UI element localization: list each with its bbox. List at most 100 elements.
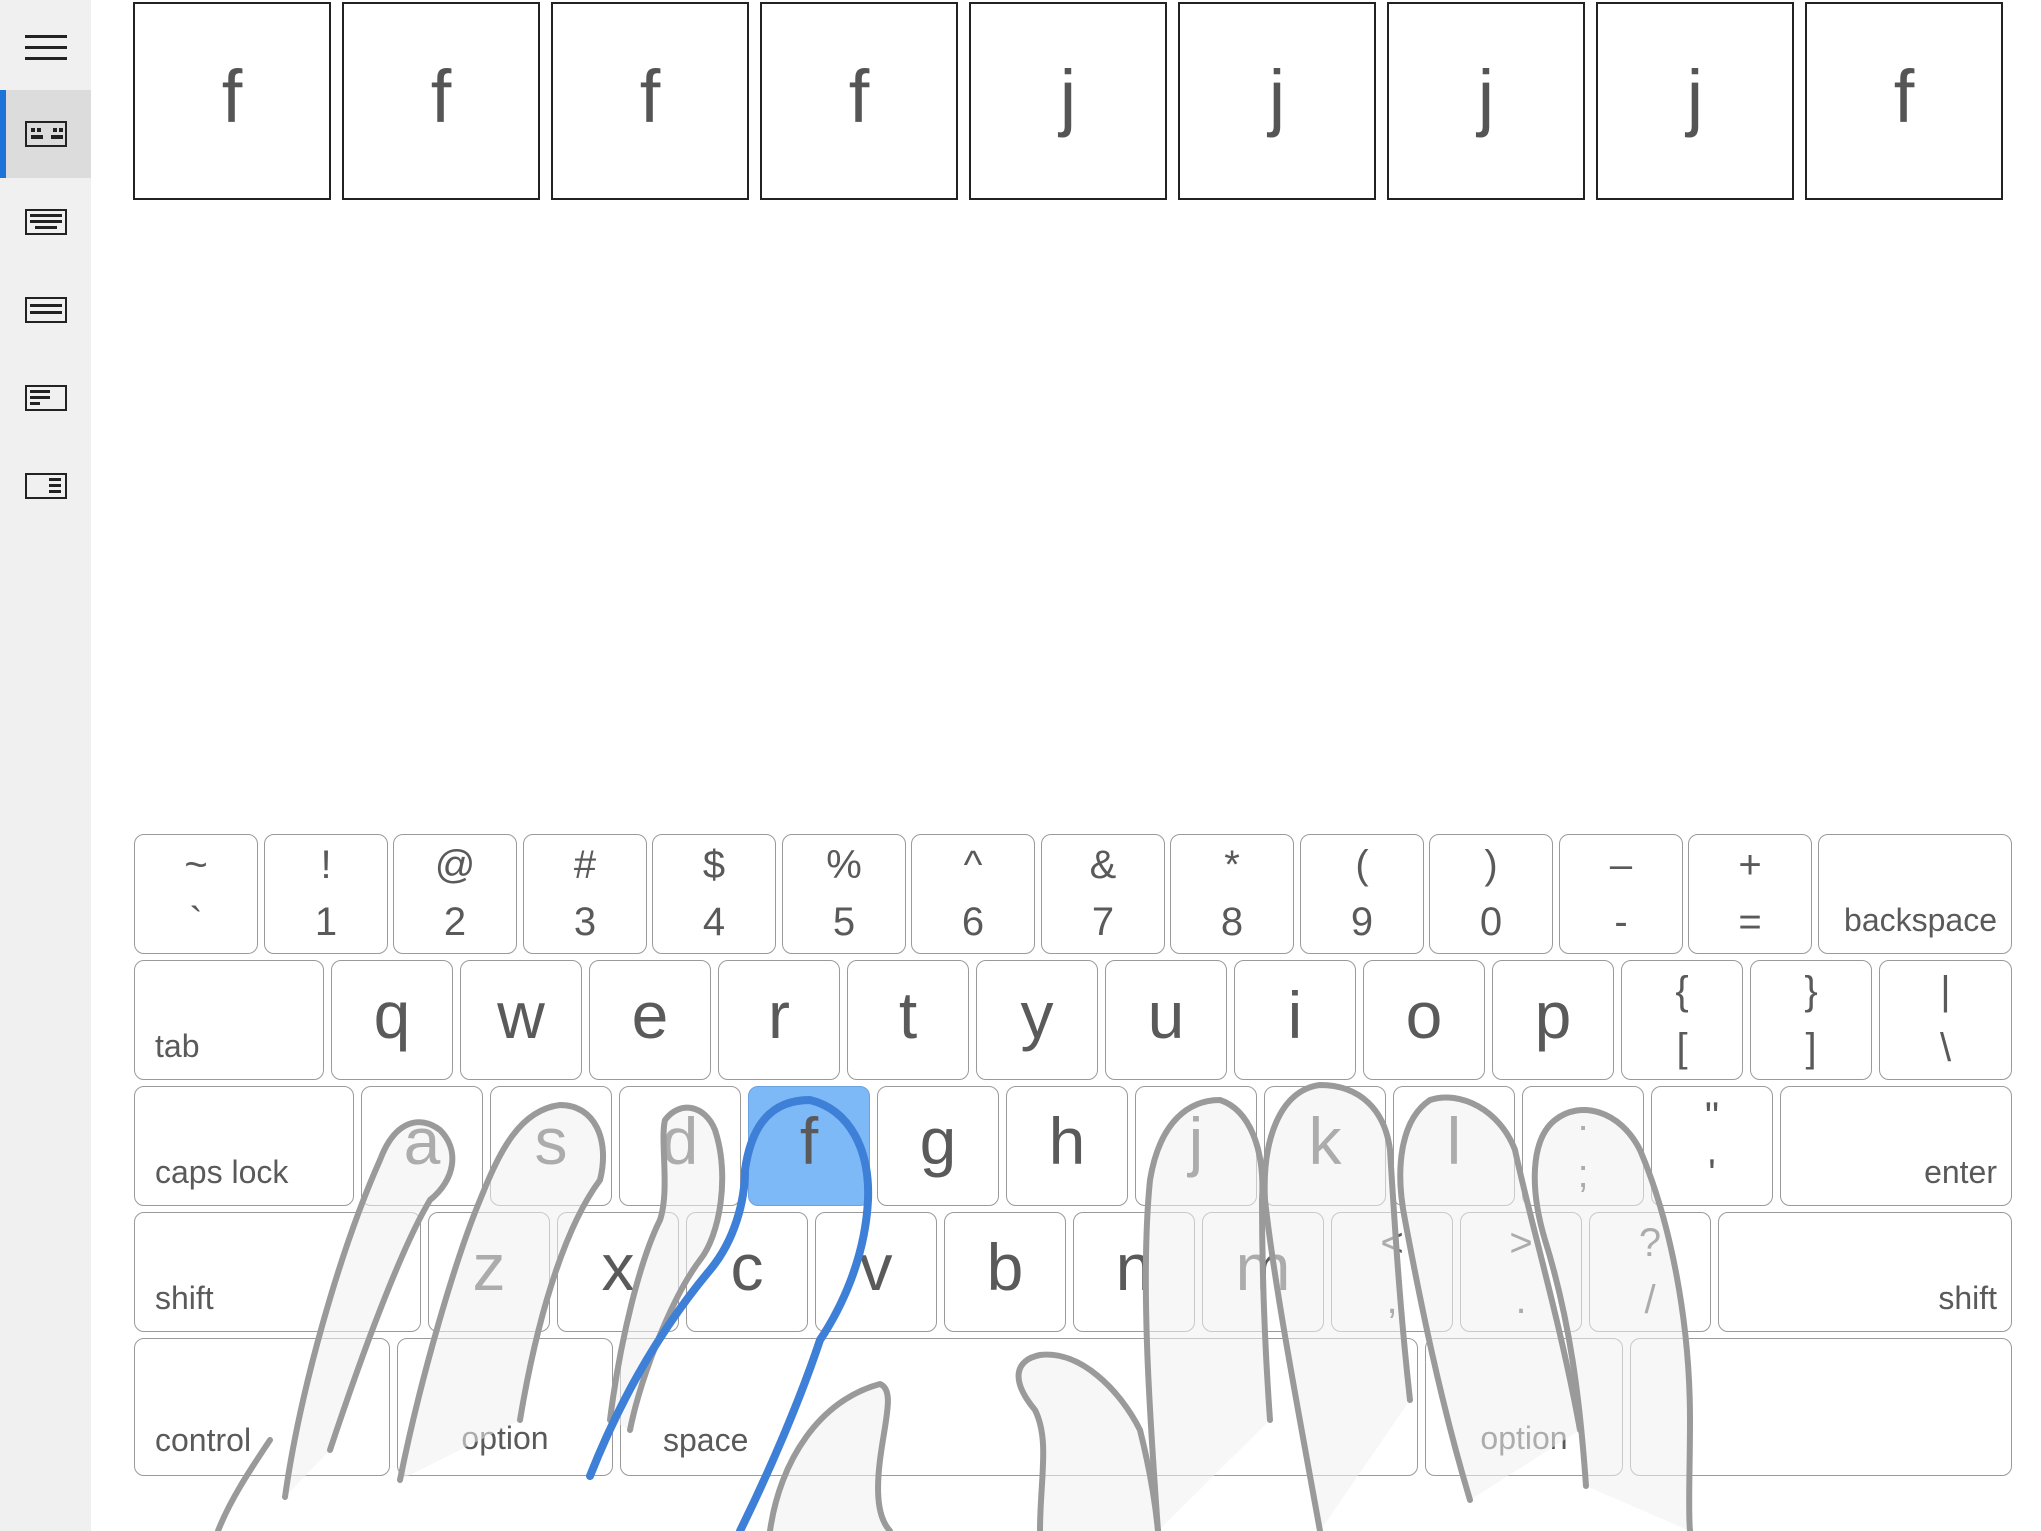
key-s[interactable]: s [490, 1086, 612, 1206]
key-label: v [859, 1230, 893, 1304]
key-tab[interactable]: tab [134, 960, 324, 1080]
key-caps-lock[interactable]: caps lock [134, 1086, 354, 1206]
key-label: e [631, 978, 669, 1052]
key-8[interactable]: * 8 [1170, 834, 1294, 954]
key-label: w [497, 978, 545, 1052]
key-w[interactable]: w [460, 960, 582, 1080]
key-label: z [472, 1230, 506, 1304]
key-shift-label: : [1577, 1095, 1589, 1139]
key-period[interactable]: >. [1460, 1212, 1582, 1332]
key-2[interactable]: @2 [393, 834, 517, 954]
key-b[interactable]: b [944, 1212, 1066, 1332]
key-shift-label: ? [1638, 1221, 1662, 1265]
key-y[interactable]: y [976, 960, 1098, 1080]
key-backtick[interactable]: ~ ` [134, 834, 258, 954]
key-space[interactable]: space [620, 1338, 1418, 1476]
key-label: j [1188, 1104, 1204, 1178]
key-n[interactable]: n [1073, 1212, 1195, 1332]
key-shift-label: ( [1355, 843, 1369, 887]
key-k[interactable]: k [1264, 1086, 1386, 1206]
key-shift-label: { [1675, 969, 1689, 1013]
key-0[interactable]: ) 0 [1429, 834, 1553, 954]
key-label: h [1048, 1104, 1086, 1178]
key-c[interactable]: c [686, 1212, 808, 1332]
key-j[interactable]: j [1135, 1086, 1257, 1206]
key-label: . [1515, 1278, 1527, 1322]
key-label: ` [189, 900, 203, 944]
key-shift-left[interactable]: shift [134, 1212, 421, 1332]
key-3[interactable]: #3 [523, 834, 647, 954]
key-equals[interactable]: + = [1688, 834, 1812, 954]
key-r[interactable]: r [718, 960, 840, 1080]
key-label: 4 [702, 900, 726, 944]
key-label: - [1614, 900, 1628, 944]
key-x[interactable]: x [557, 1212, 679, 1332]
key-9[interactable]: (9 [1300, 834, 1424, 954]
key-o[interactable]: o [1363, 960, 1485, 1080]
key-shift-label: ^ [963, 843, 983, 887]
key-label: t [898, 978, 918, 1052]
key-label: caps lock [155, 1154, 289, 1190]
key-7[interactable]: & 7 [1041, 834, 1165, 954]
key-f-highlighted[interactable]: f [748, 1086, 870, 1206]
key-m[interactable]: m [1202, 1212, 1324, 1332]
key-shift-label: } [1804, 969, 1818, 1013]
key-v[interactable]: v [815, 1212, 937, 1332]
key-a[interactable]: a [361, 1086, 483, 1206]
key-close-bracket[interactable]: }] [1750, 960, 1872, 1080]
key-control[interactable]: control [134, 1338, 390, 1476]
key-d[interactable]: d [619, 1086, 741, 1206]
key-semicolon[interactable]: :; [1522, 1086, 1644, 1206]
key-h[interactable]: h [1006, 1086, 1128, 1206]
key-backslash[interactable]: | \ [1879, 960, 2012, 1080]
key-quote[interactable]: " ' [1651, 1086, 1773, 1206]
key-4[interactable]: $4 [652, 834, 776, 954]
key-i[interactable]: i [1234, 960, 1356, 1080]
key-1[interactable]: ! 1 [264, 834, 388, 954]
key-shift-label: % [826, 843, 862, 887]
key-label: p [1534, 978, 1572, 1052]
key-label: \ [1939, 1026, 1952, 1070]
key-slash[interactable]: ? / [1589, 1212, 1711, 1332]
key-shift-label: | [1940, 969, 1951, 1013]
key-u[interactable]: u [1105, 960, 1227, 1080]
key-p[interactable]: p [1492, 960, 1614, 1080]
key-open-bracket[interactable]: {[ [1621, 960, 1743, 1080]
key-label: c [730, 1230, 764, 1304]
key-label: b [986, 1230, 1024, 1304]
key-g[interactable]: g [877, 1086, 999, 1206]
key-command[interactable] [1630, 1338, 2012, 1476]
key-5[interactable]: % 5 [782, 834, 906, 954]
key-comma[interactable]: <, [1331, 1212, 1453, 1332]
key-label: space [663, 1422, 749, 1458]
key-minus[interactable]: – - [1559, 834, 1683, 954]
key-label: s [534, 1104, 568, 1178]
key-label: f [799, 1104, 819, 1178]
key-e[interactable]: e [589, 960, 711, 1080]
key-shift-label: < [1380, 1221, 1404, 1265]
key-label: / [1644, 1278, 1656, 1322]
key-q[interactable]: q [331, 960, 453, 1080]
key-label: tab [155, 1028, 200, 1064]
key-label: option [1480, 1420, 1568, 1456]
key-label: q [373, 978, 411, 1052]
key-backspace[interactable]: backspace [1818, 834, 2012, 954]
key-label: a [403, 1104, 441, 1178]
key-shift-right[interactable]: shift [1718, 1212, 2012, 1332]
key-option-right[interactable]: option [1425, 1338, 1623, 1476]
key-label: o [1405, 978, 1443, 1052]
key-label: y [1020, 978, 1054, 1052]
key-z[interactable]: z [428, 1212, 550, 1332]
key-label: g [919, 1104, 957, 1178]
key-shift-label: " [1704, 1095, 1720, 1139]
key-shift-label: ~ [184, 843, 208, 887]
key-label: 5 [832, 900, 856, 944]
key-label: 7 [1091, 900, 1115, 944]
key-enter[interactable]: enter [1780, 1086, 2012, 1206]
key-l[interactable]: l [1393, 1086, 1515, 1206]
key-6[interactable]: ^ 6 [911, 834, 1035, 954]
key-label: ; [1577, 1152, 1589, 1196]
key-option-left[interactable]: option [397, 1338, 613, 1476]
key-t[interactable]: t [847, 960, 969, 1080]
key-label: enter [1924, 1154, 1997, 1190]
